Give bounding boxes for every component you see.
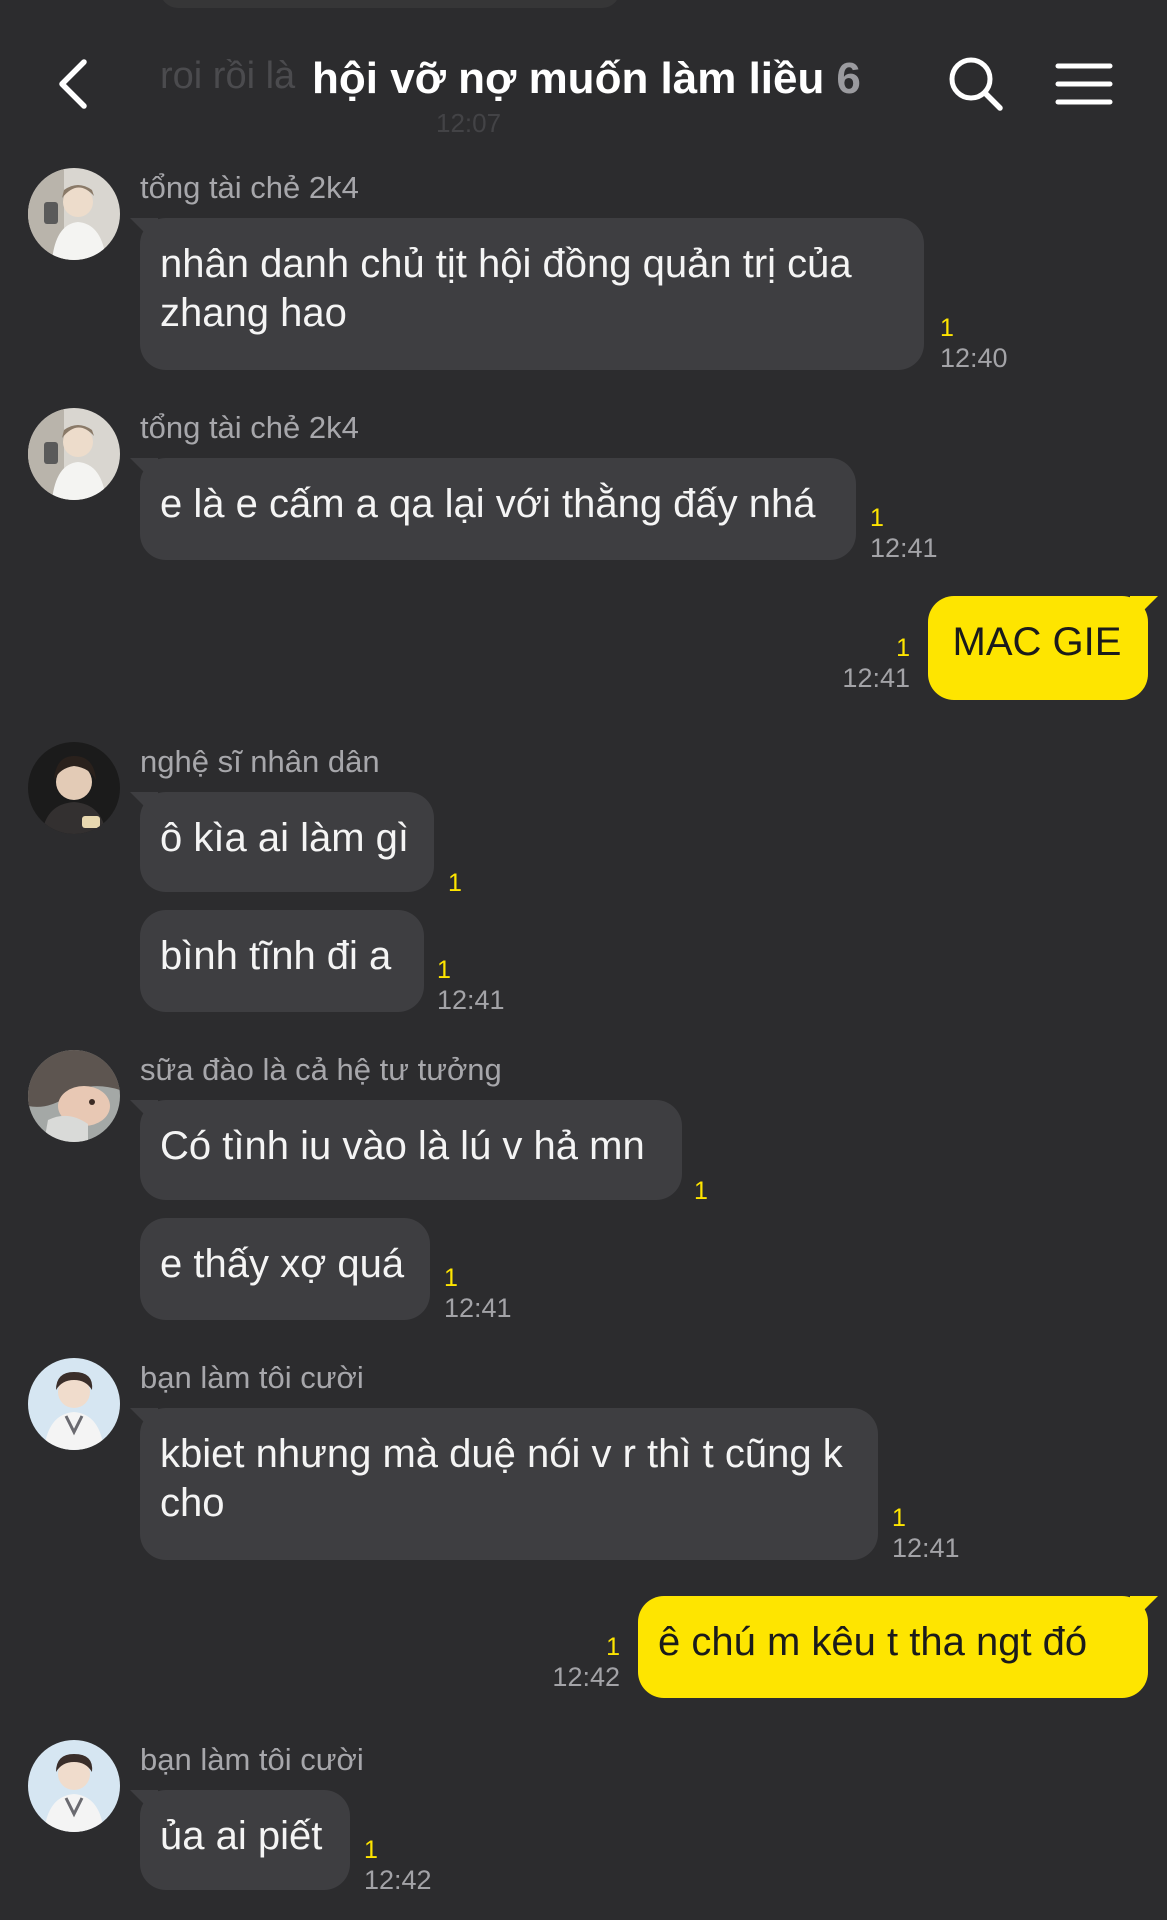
back-button[interactable] [40, 52, 104, 116]
avatar[interactable] [28, 168, 120, 260]
message-meta: 1 12:42 [520, 1632, 620, 1692]
previous-bubble-fragment [160, 0, 620, 8]
message-bubble[interactable]: Có tình iu vào là lú v hả mn [140, 1100, 682, 1200]
my-message-bubble[interactable]: ê chú m kêu t tha ngt đó [638, 1596, 1148, 1698]
chevron-left-icon [59, 59, 87, 109]
sender-name: bạn làm tôi cười [140, 1742, 364, 1777]
message-meta: 1 12:40 [940, 313, 1008, 373]
profile-photo-icon [28, 408, 120, 500]
message-time: 12:40 [940, 343, 1008, 373]
menu-button[interactable] [1052, 54, 1116, 114]
message-text: ê chú m kêu t tha ngt đó [658, 1620, 1088, 1664]
sender-name: tổng tài chẻ 2k4 [140, 170, 359, 205]
search-button[interactable] [944, 52, 1008, 116]
message-text: e thấy xợ quá [160, 1242, 405, 1286]
message-text: Có tình iu vào là lú v hả mn [160, 1124, 645, 1168]
message-text: MAC GIE [952, 620, 1122, 664]
message-text: ủa ai piết [160, 1814, 323, 1858]
message-time: 12:41 [842, 663, 910, 693]
unread-count: 1 [896, 634, 910, 662]
unread-count: 1 [606, 1633, 620, 1661]
unread-count: 1 [694, 1177, 708, 1205]
avatar[interactable] [28, 1358, 120, 1450]
profile-photo-icon [28, 1740, 120, 1832]
message-meta: 1 12:41 [444, 1263, 512, 1323]
message-bubble[interactable]: ủa ai piết [140, 1790, 350, 1890]
member-count: 6 [836, 54, 861, 103]
avatar[interactable] [28, 408, 120, 500]
message-bubble[interactable]: e thấy xợ quá [140, 1218, 430, 1320]
avatar[interactable] [28, 742, 120, 834]
message-time: 12:41 [892, 1533, 960, 1563]
message-bubble[interactable]: ô kìa ai làm gì [140, 792, 434, 892]
message-meta: 1 [448, 868, 462, 898]
search-icon [949, 57, 1003, 111]
unread-count: 1 [444, 1264, 458, 1292]
unread-count: 1 [448, 869, 462, 897]
message-time: 12:42 [552, 1662, 620, 1692]
message-text: e là e cấm a qa lại với thằng đấy nhá [160, 482, 816, 526]
group-name: hội vỡ nợ muốn làm liều [312, 54, 825, 103]
profile-photo-icon [28, 1358, 120, 1450]
chat-header: hội vỡ nợ muốn làm liều 6 [0, 30, 1167, 140]
message-bubble[interactable]: e là e cấm a qa lại với thằng đấy nhá [140, 458, 856, 560]
message-meta: 1 12:41 [437, 955, 505, 1015]
hamburger-menu-icon [1055, 63, 1113, 105]
unread-count: 1 [892, 1504, 906, 1532]
message-meta: 1 12:41 [870, 503, 938, 563]
message-meta: 1 [694, 1176, 708, 1206]
message-text: nhân danh chủ tịt hội đồng quản trị của … [160, 242, 852, 335]
sender-name: nghệ sĩ nhân dân [140, 744, 380, 779]
message-bubble[interactable]: bình tĩnh đi a [140, 910, 424, 1012]
message-time: 12:42 [364, 1865, 432, 1895]
profile-photo-icon [28, 168, 120, 260]
unread-count: 1 [870, 504, 884, 532]
message-meta: 1 12:42 [364, 1835, 432, 1895]
avatar[interactable] [28, 1740, 120, 1832]
message-bubble[interactable]: kbiet nhưng mà duệ nói v r thì t cũng k … [140, 1408, 878, 1560]
message-text: kbiet nhưng mà duệ nói v r thì t cũng k … [160, 1432, 843, 1525]
message-text: ô kìa ai làm gì [160, 816, 410, 860]
chat-title: hội vỡ nợ muốn làm liều 6 [312, 54, 861, 104]
unread-count: 1 [364, 1836, 378, 1864]
message-text: bình tĩnh đi a [160, 934, 392, 978]
message-meta: 1 12:41 [892, 1503, 960, 1563]
sender-name: sữa đào là cả hệ tư tưởng [140, 1052, 502, 1087]
message-meta: 1 12:41 [800, 633, 910, 693]
profile-photo-icon [28, 1050, 120, 1142]
profile-photo-icon [28, 742, 120, 834]
unread-count: 1 [940, 314, 954, 342]
message-bubble[interactable]: nhân danh chủ tịt hội đồng quản trị của … [140, 218, 924, 370]
sender-name: tổng tài chẻ 2k4 [140, 410, 359, 445]
sender-name: bạn làm tôi cười [140, 1360, 364, 1395]
message-time: 12:41 [870, 533, 938, 563]
unread-count: 1 [437, 956, 451, 984]
avatar[interactable] [28, 1050, 120, 1142]
my-message-bubble[interactable]: MAC GIE [928, 596, 1148, 700]
chat-screen: roi rồi là 12:07 hội vỡ nợ muốn làm liều… [0, 0, 1167, 1920]
message-time: 12:41 [437, 985, 505, 1015]
message-time: 12:41 [444, 1293, 512, 1323]
